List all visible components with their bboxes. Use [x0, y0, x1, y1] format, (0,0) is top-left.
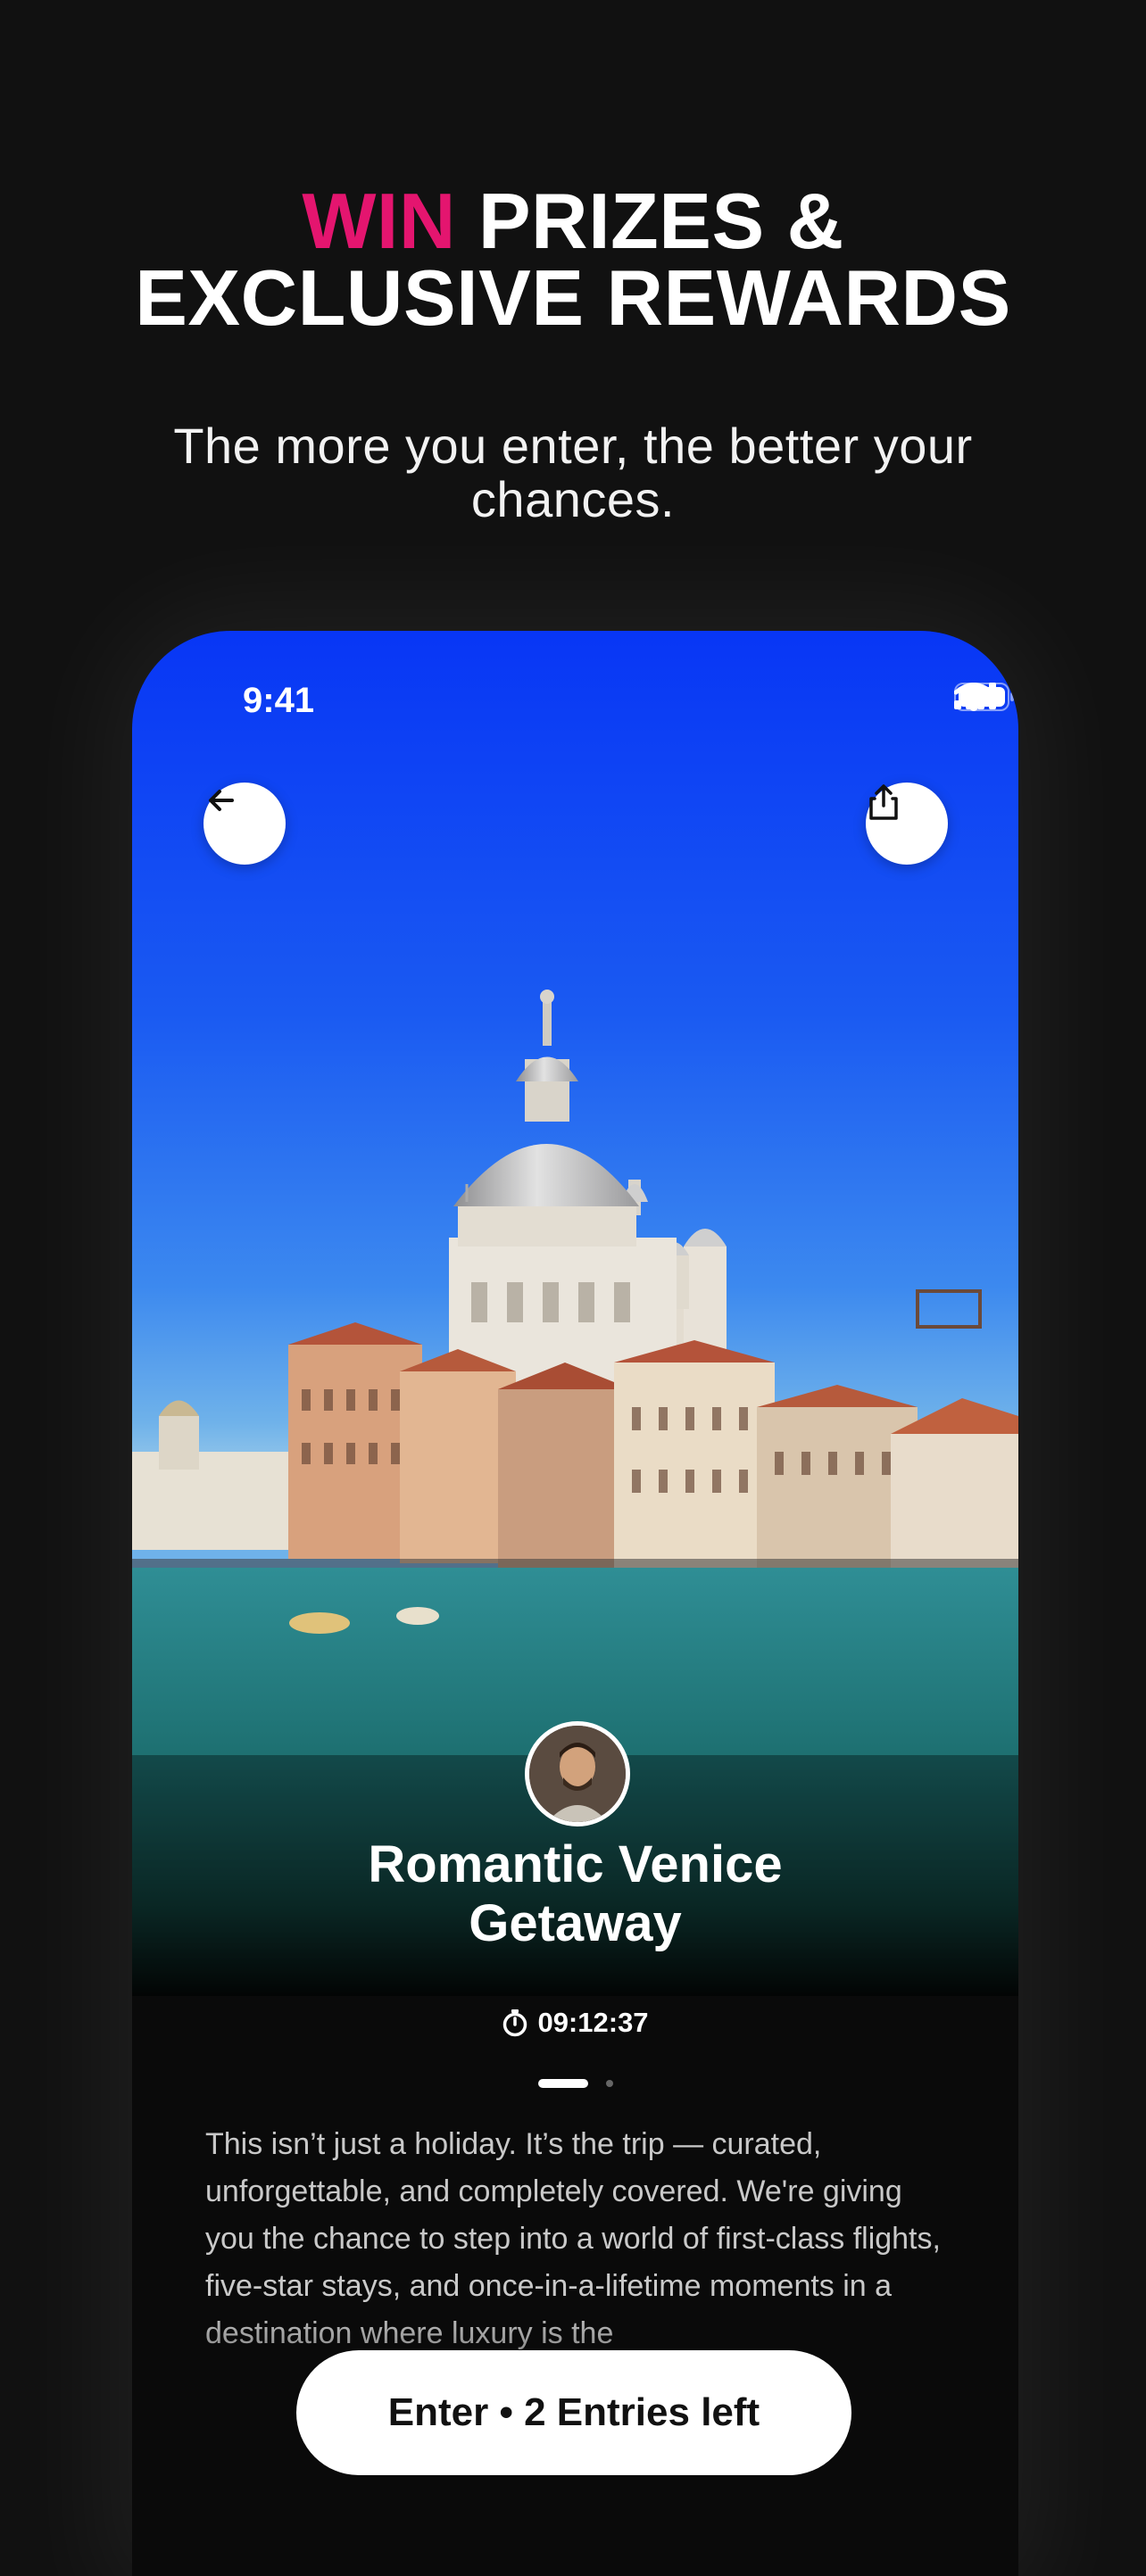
- back-button[interactable]: [203, 783, 286, 865]
- headline-line-1-rest: PRIZES &: [455, 177, 844, 265]
- headline-accent: WIN: [302, 177, 456, 265]
- prize-title-line-1: Romantic Venice: [368, 1835, 783, 1893]
- prize-title-line-2: Getaway: [469, 1894, 682, 1952]
- host-avatar[interactable]: [525, 1721, 630, 1826]
- arrow-left-icon: [209, 790, 234, 811]
- page-indicator-dot[interactable]: [605, 2080, 613, 2087]
- headline-line-1: WIN PRIZES &: [0, 182, 1146, 261]
- headline-line-2: EXCLUSIVE REWARDS: [135, 253, 1011, 342]
- avatar-portrait: [529, 1726, 626, 1822]
- countdown-timer: 09:12:37: [132, 2007, 1018, 2039]
- phone-mockup: 9:41 Romantic Venice Getaway 09:12:37 Th…: [132, 631, 1018, 2576]
- battery-icon: [954, 683, 1014, 711]
- stopwatch-icon: [503, 2009, 527, 2037]
- page-indicator[interactable]: [132, 2079, 1018, 2088]
- share-button[interactable]: [866, 783, 948, 865]
- prize-title: Romantic Venice Getaway: [132, 1835, 1018, 1953]
- headline: WIN PRIZES & EXCLUSIVE REWARDS: [0, 182, 1146, 342]
- share-icon: [869, 784, 898, 820]
- subheadline: The more you enter, the better your chan…: [173, 418, 973, 527]
- venice-hero-image: 9:41 Romantic Venice Getaway: [132, 631, 1018, 1996]
- timer-value: 09:12:37: [537, 2007, 649, 2038]
- enter-button[interactable]: Enter • 2 Entries left: [296, 2350, 851, 2475]
- status-time: 9:41: [243, 681, 315, 720]
- page-indicator-active[interactable]: [537, 2079, 588, 2088]
